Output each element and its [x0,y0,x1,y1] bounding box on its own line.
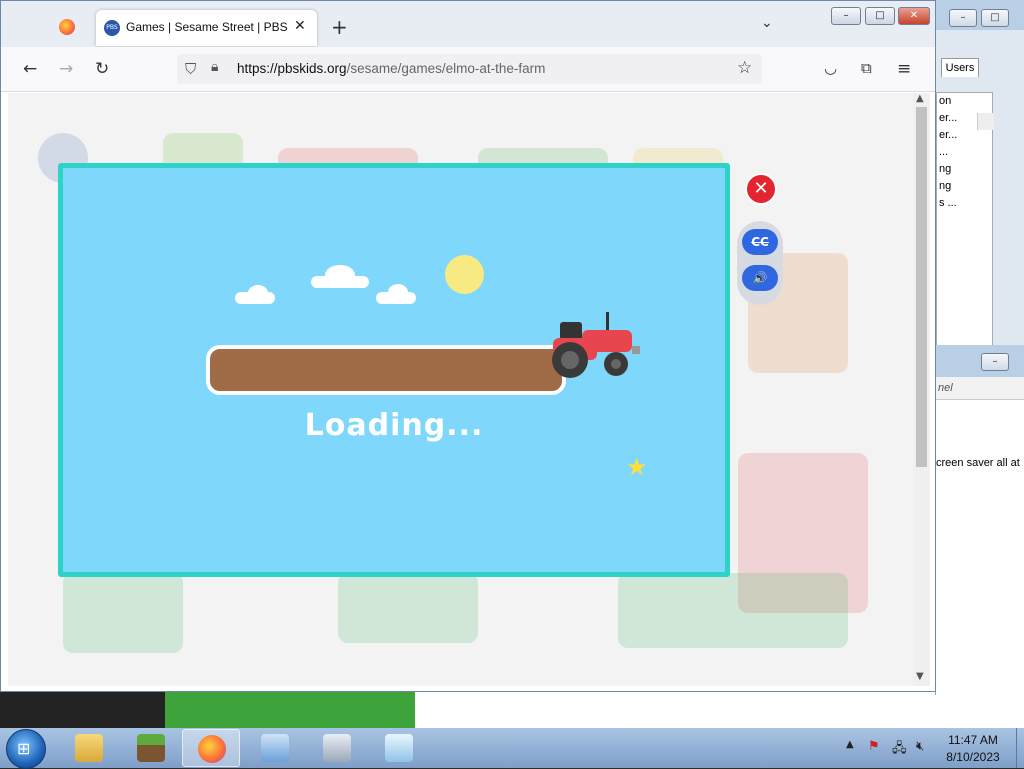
page-scrollbar[interactable]: ▲ ▼ [913,93,930,686]
network-icon[interactable]: 🖧︎ [892,739,907,761]
url-host: https://pbskids.org [237,61,347,76]
list-item[interactable]: s ... [937,195,992,212]
taskbar: ⊞ ▲ ⚑ 🖧︎ 🔇︎ 11:47 AM 8/10/2023 [0,728,1024,769]
background-game-card [618,573,848,648]
background-window-users[interactable]: – □ Users on er... er... ... ng ng s ... [935,0,1024,350]
clock-date[interactable]: 8/10/2023 [940,750,1006,764]
back-arrow-icon[interactable]: ← [23,59,37,79]
cloud-shape [325,265,355,285]
scroll-thumb[interactable] [916,107,927,467]
background-list[interactable]: on er... er... ... ng ng s ... [936,92,994,349]
firefox-window: PBS KIDS Games | Sesame Street | PBS KID… [0,0,936,692]
desktop-wallpaper-fragment [165,692,415,728]
background-window-control-panel[interactable]: – nel creen saver all at [935,345,1024,695]
show-hidden-icons-icon[interactable]: ▲ [846,739,854,750]
loading-progress-bar [206,345,566,395]
maximize-button[interactable]: □ [981,9,1009,27]
tab-list-chevron-icon[interactable]: ⌄ [761,15,773,31]
show-desktop-button[interactable] [1016,728,1024,768]
url-path: /sesame/games/elmo-at-the-farm [346,61,546,76]
game-loading-modal: Loading... ★ [58,163,730,577]
url-bar[interactable]: ⛉ 🔒︎ https://pbskids.org/sesame/games/el… [177,54,762,84]
start-button[interactable]: ⊞ [6,729,46,769]
tab-strip: PBS KIDS Games | Sesame Street | PBS KID… [1,1,935,47]
background-game-card [63,573,183,653]
taskbar-minecraft[interactable] [122,729,180,767]
list-item[interactable]: ... [937,144,992,161]
list-item[interactable]: ng [937,161,992,178]
taskbar-explorer[interactable] [60,729,118,767]
list-item[interactable]: on [937,93,992,110]
menu-hamburger-icon[interactable]: ≡ [897,59,911,79]
url-text[interactable]: https://pbskids.org/sesame/games/elmo-at… [237,61,545,76]
reload-icon[interactable]: ↻ [95,59,109,79]
screen-saver-text: creen saver all at [936,457,1020,469]
tab-title: Games | Sesame Street | PBS KIDS [126,20,292,34]
firefox-icon[interactable] [59,19,75,35]
taskbar-notepad[interactable] [370,729,428,767]
close-game-button[interactable]: ✕ [745,173,777,205]
navigation-toolbar: ← → ↻ ⛉ 🔒︎ https://pbskids.org/sesame/ga… [1,47,935,92]
system-tray: ▲ ⚑ 🖧︎ 🔇︎ 11:47 AM 8/10/2023 [840,728,1024,768]
scroll-up-arrow-icon[interactable]: ▲ [916,93,924,104]
cloud-shape [388,284,408,300]
sound-button[interactable]: 🔊 [742,265,778,291]
firefox-icon [198,735,226,763]
list-item[interactable]: ng [937,178,992,195]
list-scrollbar[interactable] [977,113,994,130]
window-close-button[interactable]: ✕ [898,7,930,25]
control-panel-icon [261,734,289,762]
clock-time[interactable]: 11:47 AM [940,733,1006,747]
tractor-icon [552,312,640,378]
star-icon: ★ [626,453,648,481]
pbs-kids-favicon-icon: PBS KIDS [104,20,120,47]
new-tab-button[interactable]: + [331,15,348,39]
minimize-button[interactable]: – [949,9,977,27]
cloud-shape [248,285,268,301]
forward-arrow-icon[interactable]: → [59,59,73,79]
desktop-background [0,692,165,728]
closed-captions-button[interactable]: CC [742,229,778,255]
minimize-button[interactable]: – [981,353,1009,371]
taskbar-control-panel[interactable] [246,729,304,767]
background-window-titlebar[interactable]: – [936,345,1024,377]
background-window-titlebar[interactable]: – □ [936,0,1024,30]
tab-users[interactable]: Users [941,58,979,77]
loading-text: Loading... [304,408,484,443]
tab-games-sesame-street[interactable]: PBS KIDS Games | Sesame Street | PBS KID… [96,10,317,47]
taskbar-firefox[interactable] [182,729,240,767]
task-manager-icon [323,734,351,762]
background-game-card [338,573,478,643]
pocket-icon[interactable]: ◡ [824,59,837,77]
scroll-down-arrow-icon[interactable]: ▼ [916,671,924,682]
windows-logo-icon: ⊞ [17,739,31,758]
address-bar[interactable]: nel [936,377,1024,400]
action-center-icon[interactable]: ⚑ [868,739,880,754]
desktop-window-fragment [415,692,1024,728]
tracking-shield-icon[interactable]: ⛉ [185,60,196,78]
folder-icon [75,734,103,762]
window-maximize-button[interactable]: □ [865,7,895,25]
minecraft-icon [137,734,165,762]
extensions-icon[interactable]: ⧉ [861,59,872,77]
window-minimize-button[interactable]: – [831,7,861,25]
lock-icon[interactable]: 🔒︎ [211,59,218,75]
taskbar-task-manager[interactable] [308,729,366,767]
volume-muted-icon[interactable]: 🔇︎ [916,739,924,754]
notepad-icon [385,734,413,762]
tab-close-icon[interactable]: ✕ [294,18,306,34]
bookmark-star-icon[interactable]: ☆ [737,58,752,78]
game-controls: CC 🔊 [737,221,783,305]
sun-shape [445,255,484,294]
